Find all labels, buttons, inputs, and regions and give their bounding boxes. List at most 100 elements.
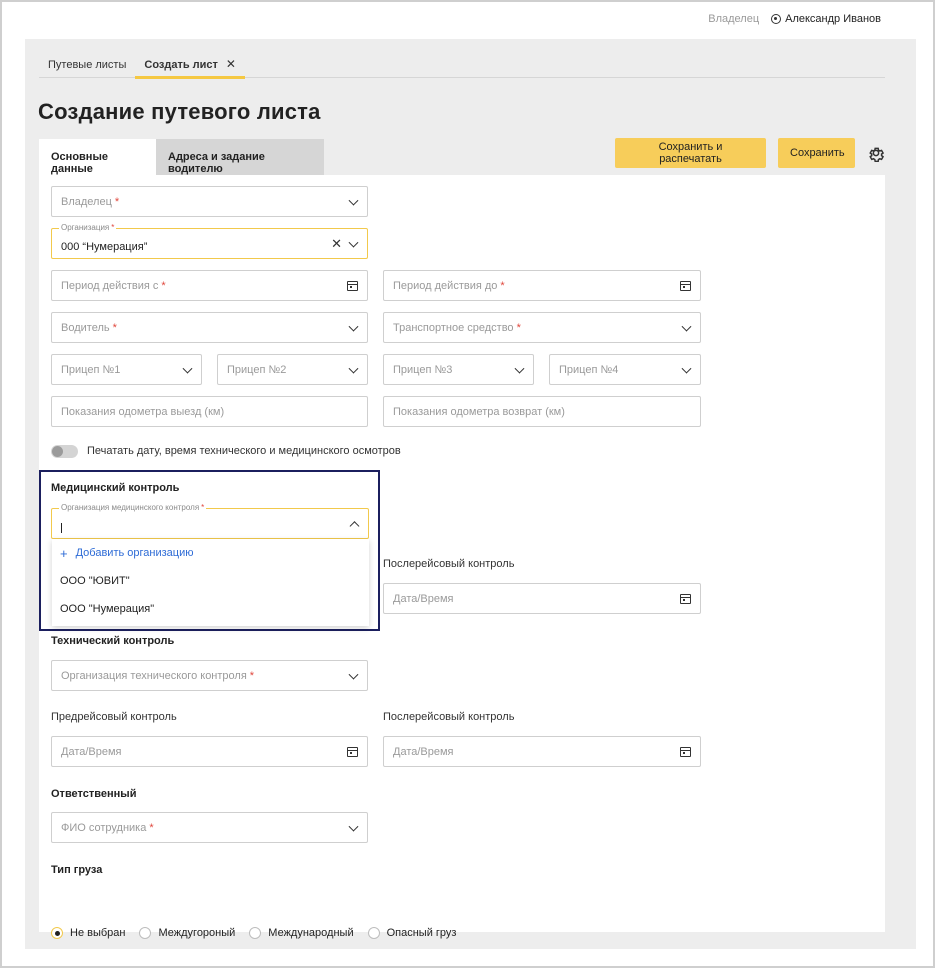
required-mark: * [500, 279, 505, 292]
responsible-title: Ответственный [51, 788, 137, 800]
radio-icon [249, 927, 262, 939]
required-mark: * [149, 821, 154, 834]
calendar-icon[interactable] [347, 280, 358, 291]
dropdown-option[interactable]: ООО "Нумерация" [52, 595, 369, 623]
gear-icon[interactable] [867, 144, 885, 162]
trailer-4-placeholder: Прицеп №4 [559, 363, 619, 376]
calendar-icon[interactable] [680, 746, 691, 757]
cargo-radio-none[interactable]: Не выбран [51, 927, 125, 939]
chevron-down-icon [348, 363, 359, 374]
print-inspections-toggle[interactable] [51, 445, 78, 458]
trailer-2-select[interactable]: Прицеп №2 [217, 354, 368, 385]
odometer-return-placeholder: Показания одометра возврат (км) [393, 405, 565, 418]
trailer-3-select[interactable]: Прицеп №3 [383, 354, 534, 385]
section-tabs: Основные данные Адреса и задание водител… [39, 139, 324, 175]
technical-pre-trip-input[interactable]: Дата/Время [51, 736, 368, 767]
plus-icon: + [60, 545, 68, 561]
calendar-icon[interactable] [680, 593, 691, 604]
technical-pre-trip-label: Предрейсовый контроль [51, 711, 177, 723]
radio-icon [139, 927, 152, 939]
add-organization-button[interactable]: + Добавить организацию [52, 539, 369, 567]
chevron-up-icon [349, 520, 360, 531]
cargo-type-title: Тип груза [51, 864, 103, 876]
odometer-return-input[interactable]: Показания одометра возврат (км) [383, 396, 701, 427]
print-inspections-label: Печатать дату, время технического и меди… [87, 445, 401, 457]
clear-icon[interactable]: ✕ [331, 236, 342, 252]
cargo-radio-intercity-label: Междугороный [158, 927, 236, 939]
owner-placeholder: Владелец [61, 195, 112, 208]
technical-post-trip-input[interactable]: Дата/Время [383, 736, 701, 767]
chevron-down-icon [348, 669, 359, 680]
medical-post-trip-placeholder: Дата/Время [393, 592, 454, 605]
technical-post-trip-label: Послерейсовый контроль [383, 711, 515, 723]
medical-org-select[interactable]: Организация медицинского контроля * [51, 503, 369, 539]
trailer-1-select[interactable]: Прицеп №1 [51, 354, 202, 385]
action-bar: Сохранить и распечатать Сохранить [615, 138, 885, 168]
chevron-down-icon [348, 195, 359, 206]
responsible-select[interactable]: ФИО сотрудника * [51, 812, 368, 843]
medical-post-trip-input[interactable]: Дата/Время [383, 583, 701, 614]
text-cursor [61, 523, 62, 533]
technical-pre-trip-placeholder: Дата/Время [61, 745, 122, 758]
odometer-out-placeholder: Показания одометра выезд (км) [61, 405, 225, 418]
period-to-input[interactable]: Период действия до * [383, 270, 701, 301]
top-bar: Владелец Александр Иванов [708, 13, 881, 25]
tab-main-data[interactable]: Основные данные [39, 139, 156, 175]
tab-waybills[interactable]: Путевые листы [39, 51, 135, 78]
cargo-radio-international-label: Международный [268, 927, 354, 939]
driver-select[interactable]: Водитель * [51, 312, 368, 343]
odometer-out-input[interactable]: Показания одометра выезд (км) [51, 396, 368, 427]
close-icon[interactable]: ✕ [226, 58, 236, 78]
user-menu[interactable]: Александр Иванов [771, 13, 881, 25]
cargo-radio-intercity[interactable]: Междугороный [139, 927, 235, 939]
medical-control-highlight: Медицинский контроль Организация медицин… [39, 470, 380, 631]
tab-create-sheet[interactable]: Создать лист ✕ [135, 51, 245, 79]
page-title: Создание путевого листа [38, 99, 321, 124]
tab-addresses[interactable]: Адреса и задание водителю [156, 139, 324, 175]
trailer-2-placeholder: Прицеп №2 [227, 363, 287, 376]
save-button[interactable]: Сохранить [778, 138, 855, 168]
user-role: Владелец [708, 13, 760, 25]
cargo-radio-international[interactable]: Международный [249, 927, 354, 939]
technical-post-trip-placeholder: Дата/Время [393, 745, 454, 758]
driver-placeholder: Водитель [61, 321, 110, 334]
tab-create-sheet-label: Создать лист [144, 59, 218, 71]
owner-select[interactable]: Владелец * [51, 186, 368, 217]
medical-org-label: Организация медицинского контроля * [59, 503, 207, 512]
radio-icon [367, 927, 380, 939]
required-mark: * [114, 195, 120, 208]
chevron-down-icon [681, 363, 692, 374]
chevron-down-icon [348, 821, 359, 832]
dropdown-option[interactable]: ООО "ЮВИТ" [52, 567, 369, 595]
cargo-radio-dangerous-label: Опасный груз [386, 927, 457, 939]
required-mark: * [249, 669, 255, 682]
cargo-radio-none-label: Не выбран [70, 927, 126, 939]
period-from-placeholder: Период действия с [61, 279, 159, 292]
cargo-type-radio-group: Не выбран Междугороный Международный Опа… [51, 927, 456, 939]
medical-post-trip-label: Послерейсовый контроль [383, 558, 515, 570]
chevron-down-icon [348, 237, 359, 248]
tab-waybills-label: Путевые листы [48, 59, 127, 71]
vehicle-select[interactable]: Транспортное средство * [383, 312, 701, 343]
responsible-placeholder: ФИО сотрудника [61, 821, 147, 834]
required-mark: * [516, 321, 521, 334]
trailer-4-select[interactable]: Прицеп №4 [549, 354, 701, 385]
chevron-down-icon [182, 363, 193, 374]
organization-label: Организация * [59, 223, 117, 232]
required-mark: * [161, 279, 166, 292]
period-from-input[interactable]: Период действия с * [51, 270, 368, 301]
technical-org-select[interactable]: Организация технического контроля * [51, 660, 368, 691]
app-frame: Владелец Александр Иванов Путевые листы … [0, 0, 935, 968]
cargo-radio-dangerous[interactable]: Опасный груз [367, 927, 457, 939]
save-and-print-button[interactable]: Сохранить и распечатать [615, 138, 766, 168]
add-organization-label: Добавить организацию [75, 547, 194, 559]
technical-control-title: Технический контроль [51, 635, 175, 647]
technical-org-placeholder: Организация технического контроля [61, 669, 247, 682]
trailer-3-placeholder: Прицеп №3 [393, 363, 453, 376]
medical-control-title: Медицинский контроль [51, 482, 180, 494]
calendar-icon[interactable] [347, 746, 358, 757]
calendar-icon[interactable] [680, 280, 691, 291]
user-icon [771, 14, 782, 24]
trailer-1-placeholder: Прицеп №1 [61, 363, 121, 376]
organization-select[interactable]: Организация * 000 “Нумерация” ✕ [51, 223, 368, 259]
